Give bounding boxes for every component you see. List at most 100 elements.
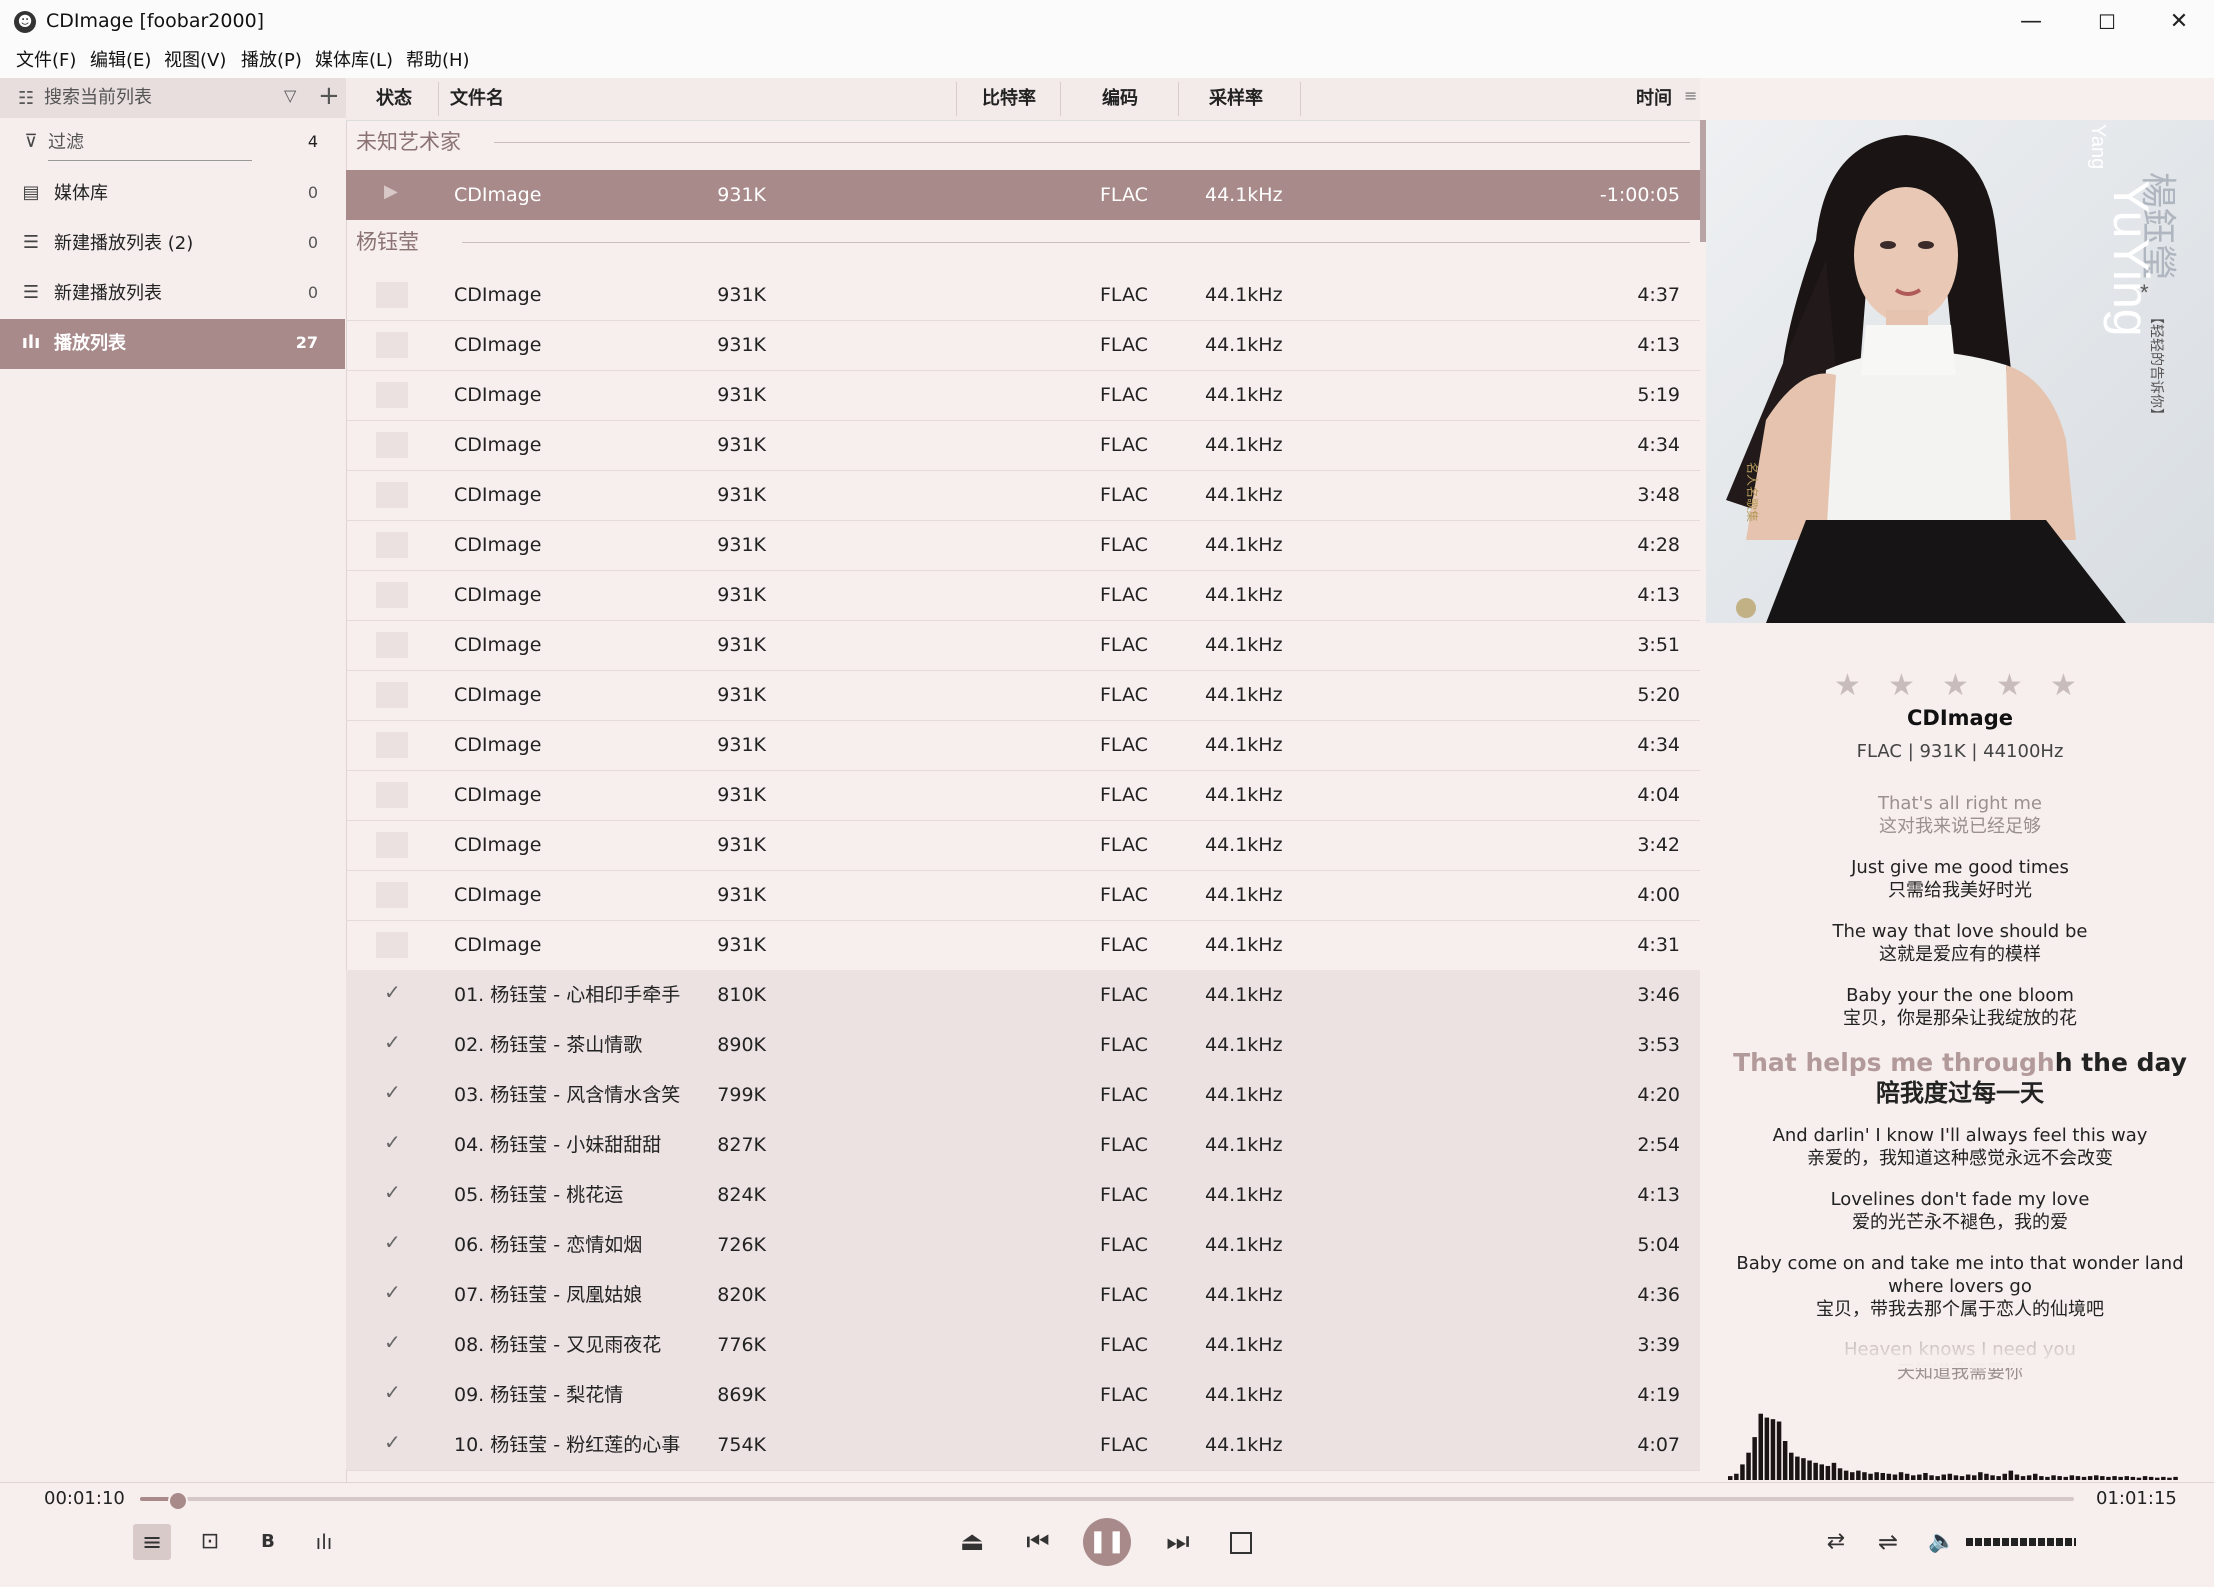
- pause-button[interactable]: ❚❚: [1083, 1518, 1131, 1566]
- track-row[interactable]: ✓ 05. 杨钰莹 - 桃花运 824K FLAC 44.1kHz 4:13: [346, 1170, 1700, 1221]
- track-row[interactable]: CDImage 931K FLAC 44.1kHz 3:42: [346, 820, 1700, 871]
- menu-playback[interactable]: 播放(P): [241, 48, 302, 74]
- rating-star-icon[interactable]: ★: [1996, 668, 2023, 703]
- visualizer-button[interactable]: ılı: [305, 1524, 343, 1560]
- track-name: 06. 杨钰莹 - 恋情如烟: [454, 1234, 643, 1256]
- playlist-search-input[interactable]: 搜索当前列表: [44, 86, 152, 110]
- column-codec[interactable]: 编码: [1102, 86, 1138, 112]
- column-divider[interactable]: [1060, 82, 1061, 116]
- column-status[interactable]: 状态: [376, 86, 412, 112]
- menu-file[interactable]: 文件(F): [16, 48, 76, 74]
- track-row[interactable]: CDImage 931K FLAC 44.1kHz 4:31: [346, 920, 1700, 971]
- stop-button[interactable]: [1230, 1532, 1252, 1554]
- menu-edit[interactable]: 编辑(E): [90, 48, 151, 74]
- menu-library[interactable]: 媒体库(L): [315, 48, 393, 74]
- seek-bar[interactable]: [140, 1497, 2074, 1501]
- bookmark-button[interactable]: B: [249, 1524, 287, 1560]
- track-row[interactable]: CDImage 931K FLAC 44.1kHz 5:20: [346, 670, 1700, 721]
- track-row[interactable]: CDImage 931K FLAC 44.1kHz 4:13: [346, 320, 1700, 371]
- column-menu-icon[interactable]: ≡: [1684, 86, 1697, 105]
- track-row[interactable]: ✓ 08. 杨钰莹 - 又见雨夜花 776K FLAC 44.1kHz 3:39: [346, 1320, 1700, 1371]
- spectrum-bar: [1935, 1476, 1940, 1480]
- spectrum-bar: [2100, 1476, 2105, 1480]
- minimize-button[interactable]: —: [1996, 0, 2066, 44]
- track-row[interactable]: ▶ CDImage 931K FLAC 44.1kHz -1:00:05: [346, 170, 1700, 220]
- search-dropdown-icon[interactable]: ▽: [284, 86, 296, 105]
- track-row[interactable]: CDImage 931K FLAC 44.1kHz 4:34: [346, 720, 1700, 771]
- volume-icon[interactable]: 🔈: [1922, 1524, 1962, 1560]
- sidebar-item-new-playlist-2[interactable]: ☰ 新建播放列表 (2) 0: [0, 219, 345, 269]
- track-bitrate: 820K: [717, 1284, 766, 1306]
- track-name: 03. 杨钰莹 - 风含情水含笑: [454, 1084, 681, 1106]
- track-row[interactable]: ✓ 02. 杨钰莹 - 茶山情歌 890K FLAC 44.1kHz 3:53: [346, 1020, 1700, 1071]
- track-time: 5:04: [1637, 1234, 1680, 1256]
- track-row[interactable]: CDImage 931K FLAC 44.1kHz 4:37: [346, 270, 1700, 321]
- column-filename[interactable]: 文件名: [450, 86, 504, 112]
- column-divider[interactable]: [956, 82, 957, 116]
- maximize-button[interactable]: ☐: [2072, 0, 2142, 44]
- track-row[interactable]: ✓ 10. 杨钰莹 - 粉红莲的心事 754K FLAC 44.1kHz 4:07: [346, 1420, 1700, 1471]
- track-row[interactable]: CDImage 931K FLAC 44.1kHz 4:13: [346, 570, 1700, 621]
- sidebar-item-new-playlist[interactable]: ☰ 新建播放列表 0: [0, 269, 345, 319]
- spectrum-bar: [2148, 1476, 2154, 1480]
- track-row[interactable]: ✓ 07. 杨钰莹 - 凤凰姑娘 820K FLAC 44.1kHz 4:36: [346, 1270, 1700, 1321]
- eject-button[interactable]: ⏏: [952, 1524, 992, 1560]
- track-samplerate: 44.1kHz: [1205, 1234, 1283, 1256]
- track-row[interactable]: CDImage 931K FLAC 44.1kHz 4:00: [346, 870, 1700, 921]
- track-row[interactable]: ✓ 09. 杨钰莹 - 梨花情 869K FLAC 44.1kHz 4:19: [346, 1370, 1700, 1421]
- rating-star-icon[interactable]: ★: [1888, 668, 1915, 703]
- track-row[interactable]: CDImage 931K FLAC 44.1kHz 4:04: [346, 770, 1700, 821]
- spectrum-bar: [1929, 1475, 1934, 1480]
- column-samplerate[interactable]: 采样率: [1209, 86, 1263, 112]
- track-row[interactable]: ✓ 04. 杨钰莹 - 小妹甜甜甜 827K FLAC 44.1kHz 2:54: [346, 1120, 1700, 1171]
- rating-star-icon[interactable]: ★: [2050, 668, 2077, 703]
- rating-star-icon[interactable]: ★: [1834, 668, 1861, 703]
- filter-input[interactable]: 过滤: [48, 130, 84, 156]
- add-playlist-button[interactable]: +: [318, 80, 340, 112]
- spectrum-bar: [1843, 1470, 1849, 1480]
- lyric-line: That's all right me: [1878, 793, 2042, 814]
- track-row[interactable]: CDImage 931K FLAC 44.1kHz 4:28: [346, 520, 1700, 571]
- track-row[interactable]: ✓ 03. 杨钰莹 - 风含情水含笑 799K FLAC 44.1kHz 4:20: [346, 1070, 1700, 1121]
- repeat-button[interactable]: ⇌: [1868, 1524, 1908, 1560]
- track-name: CDImage: [454, 334, 542, 356]
- menu-view[interactable]: 视图(V): [164, 48, 226, 74]
- shuffle-button[interactable]: ⇄: [1816, 1524, 1856, 1560]
- track-bitrate: 931K: [717, 584, 766, 606]
- group-header: 杨钰莹: [356, 230, 419, 254]
- spectrum-bar: [2063, 1476, 2068, 1480]
- track-row[interactable]: CDImage 931K FLAC 44.1kHz 3:51: [346, 620, 1700, 671]
- sidebar-item-playlist[interactable]: ılı 播放列表 27: [0, 319, 345, 369]
- previous-button[interactable]: ⏮: [1018, 1524, 1058, 1560]
- track-name: CDImage: [454, 434, 542, 456]
- column-divider[interactable]: [1178, 82, 1179, 116]
- track-row[interactable]: CDImage 931K FLAC 44.1kHz 3:48: [346, 470, 1700, 521]
- column-time[interactable]: 时间: [1636, 86, 1672, 112]
- track-row[interactable]: ✓ 01. 杨钰莹 - 心相印手牵手 810K FLAC 44.1kHz 3:46: [346, 970, 1700, 1021]
- menu-help[interactable]: 帮助(H): [406, 48, 470, 74]
- status-cell: [376, 632, 408, 658]
- track-row[interactable]: ✓ 06. 杨钰莹 - 恋情如烟 726K FLAC 44.1kHz 5:04: [346, 1220, 1700, 1271]
- lyric-sung-part: That helps me through: [1733, 1048, 2055, 1077]
- album-view-button[interactable]: ⊡: [191, 1524, 229, 1560]
- column-bitrate[interactable]: 比特率: [982, 86, 1036, 112]
- lyrics-fade: [1706, 1318, 2214, 1368]
- rating-star-icon[interactable]: ★: [1942, 668, 1969, 703]
- album-art-text: 【轻轻的告诉你】: [2149, 310, 2165, 422]
- close-button[interactable]: ✕: [2144, 0, 2214, 44]
- played-check-icon: ✓: [384, 1230, 401, 1254]
- spectrum-bar: [1880, 1472, 1885, 1480]
- column-divider[interactable]: [1300, 82, 1301, 116]
- spectrum-bar: [2051, 1475, 2056, 1480]
- track-row[interactable]: CDImage 931K FLAC 44.1kHz 5:19: [346, 370, 1700, 421]
- track-codec: FLAC: [1100, 884, 1148, 906]
- volume-slider[interactable]: [1966, 1538, 2076, 1546]
- track-row[interactable]: CDImage 931K FLAC 44.1kHz 4:34: [346, 420, 1700, 471]
- track-samplerate: 44.1kHz: [1205, 1334, 1283, 1356]
- track-time: 2:54: [1637, 1134, 1680, 1156]
- sidebar-item-library[interactable]: ▤ 媒体库 0: [0, 169, 345, 219]
- column-divider[interactable]: [438, 82, 439, 116]
- status-cell: [376, 832, 408, 858]
- next-button[interactable]: ⏭: [1158, 1524, 1198, 1560]
- seek-handle[interactable]: [167, 1491, 188, 1511]
